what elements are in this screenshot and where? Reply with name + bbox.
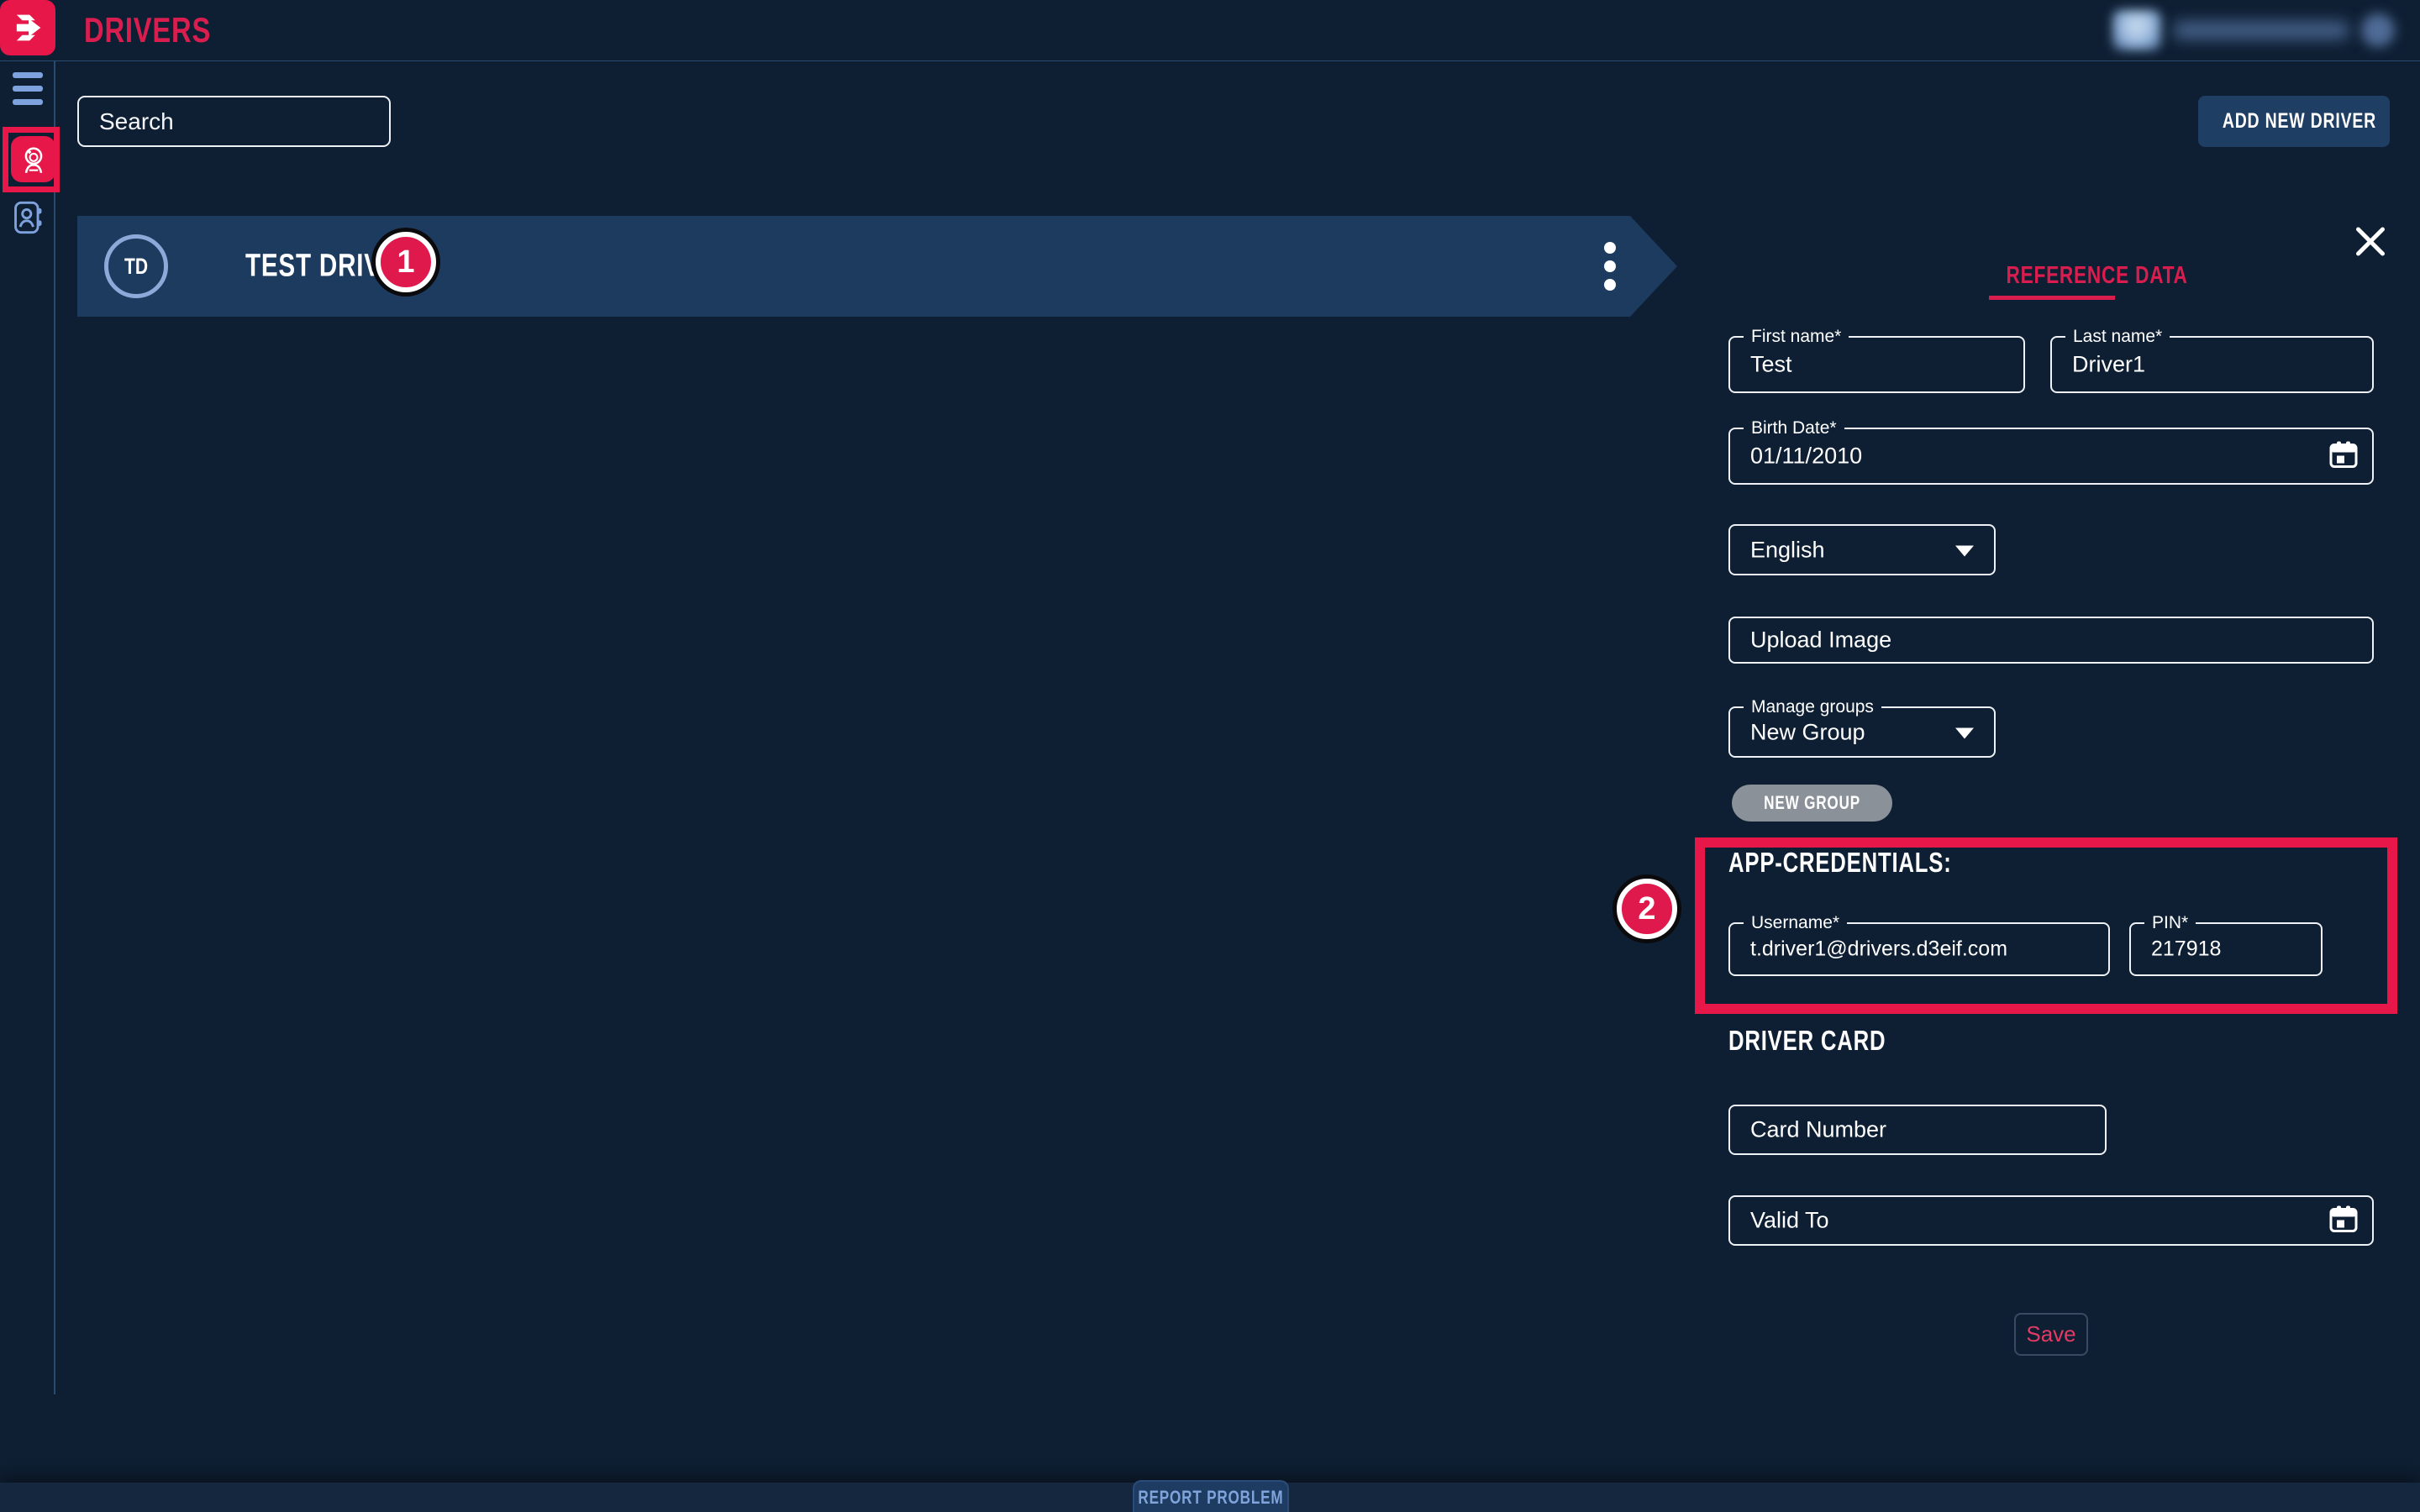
calendar-icon[interactable] (2328, 1204, 2359, 1238)
upload-image-button[interactable]: Upload Image (1728, 617, 2374, 664)
user-menu-icon[interactable] (2361, 13, 2395, 47)
driver-helmet-icon (18, 144, 50, 176)
app-credentials-title: APP-CREDENTIALS: (1728, 847, 2015, 879)
sidebar-item-contacts[interactable] (12, 200, 45, 239)
driver-avatar: TD (104, 234, 168, 298)
username-field[interactable]: Username* t.driver1@drivers.d3eif.com (1728, 922, 2110, 976)
pin-label: PIN* (2144, 912, 2196, 934)
top-bar: DRIVERS (0, 0, 2420, 61)
driver-card-title: DRIVER CARD (1728, 1025, 1930, 1057)
sidebar-divider (54, 61, 55, 1394)
chevron-down-icon (1955, 727, 1974, 738)
chevron-down-icon (1955, 545, 1974, 556)
last-name-value: Driver1 (2072, 352, 2145, 378)
username-label: Username* (1744, 912, 1847, 934)
user-email-redacted (2173, 22, 2349, 39)
search-input[interactable] (77, 96, 391, 147)
birth-date-value: 01/11/2010 (1750, 444, 1862, 470)
pin-field[interactable]: PIN* 217918 (2129, 922, 2323, 976)
contacts-book-icon (12, 200, 45, 235)
brand-d-arrow-icon (8, 8, 47, 47)
manage-groups-label: Manage groups (1744, 696, 1881, 718)
annotation-step-2: 2 (1617, 879, 1677, 939)
first-name-field[interactable]: First name* Test (1728, 336, 2025, 393)
report-problem-button[interactable]: REPORT PROBLEM (1133, 1480, 1289, 1512)
pin-value: 217918 (2151, 937, 2221, 962)
driver-avatar-initials: TD (124, 254, 148, 280)
panel-title-underline (1989, 296, 2115, 300)
panel-title: REFERENCE DATA (1981, 262, 2123, 290)
add-new-driver-label: ADD NEW DRIVER (2223, 109, 2376, 134)
last-name-label: Last name* (2065, 326, 2170, 348)
valid-to-field[interactable]: Valid To (1728, 1195, 2374, 1246)
language-value: English (1750, 537, 1825, 563)
first-name-value: Test (1750, 352, 1792, 378)
user-account-chip[interactable] (2112, 7, 2395, 54)
card-number-field[interactable]: Card Number (1728, 1105, 2107, 1155)
sidebar-item-drivers[interactable] (11, 136, 55, 182)
first-name-label: First name* (1744, 326, 1849, 348)
add-new-driver-button[interactable]: ADD NEW DRIVER (2198, 96, 2390, 147)
menu-hamburger-icon[interactable] (13, 72, 43, 105)
manage-groups-value: New Group (1750, 719, 1865, 745)
calendar-icon[interactable] (2328, 439, 2359, 474)
username-value: t.driver1@drivers.d3eif.com (1750, 937, 2007, 962)
user-avatar (2112, 10, 2161, 50)
page-title-text: DRIVERS (84, 10, 211, 50)
page-title: DRIVERS (84, 10, 247, 50)
language-select[interactable]: English (1728, 524, 1996, 575)
save-button[interactable]: Save (2014, 1313, 2088, 1356)
driver-name: TEST DRIVER1 (245, 249, 484, 285)
manage-groups-select[interactable]: Manage groups New Group (1728, 706, 1996, 758)
card-number-placeholder: Card Number (1750, 1117, 1886, 1143)
app-logo[interactable] (0, 0, 55, 55)
drivers-app: DRIVERS (0, 0, 2420, 1512)
new-group-chip[interactable]: NEW GROUP (1732, 785, 1892, 822)
last-name-field[interactable]: Last name* Driver1 (2050, 336, 2374, 393)
upload-image-label: Upload Image (1750, 627, 1891, 654)
driver-row-menu-icon[interactable] (1598, 242, 1622, 291)
birth-date-field[interactable]: Birth Date* 01/11/2010 (1728, 428, 2374, 485)
birth-date-label: Birth Date* (1744, 417, 1844, 439)
close-panel-icon[interactable] (2353, 223, 2388, 259)
driver-list-row[interactable]: TD TEST DRIVER1 (77, 216, 1677, 317)
valid-to-placeholder: Valid To (1750, 1208, 1829, 1234)
